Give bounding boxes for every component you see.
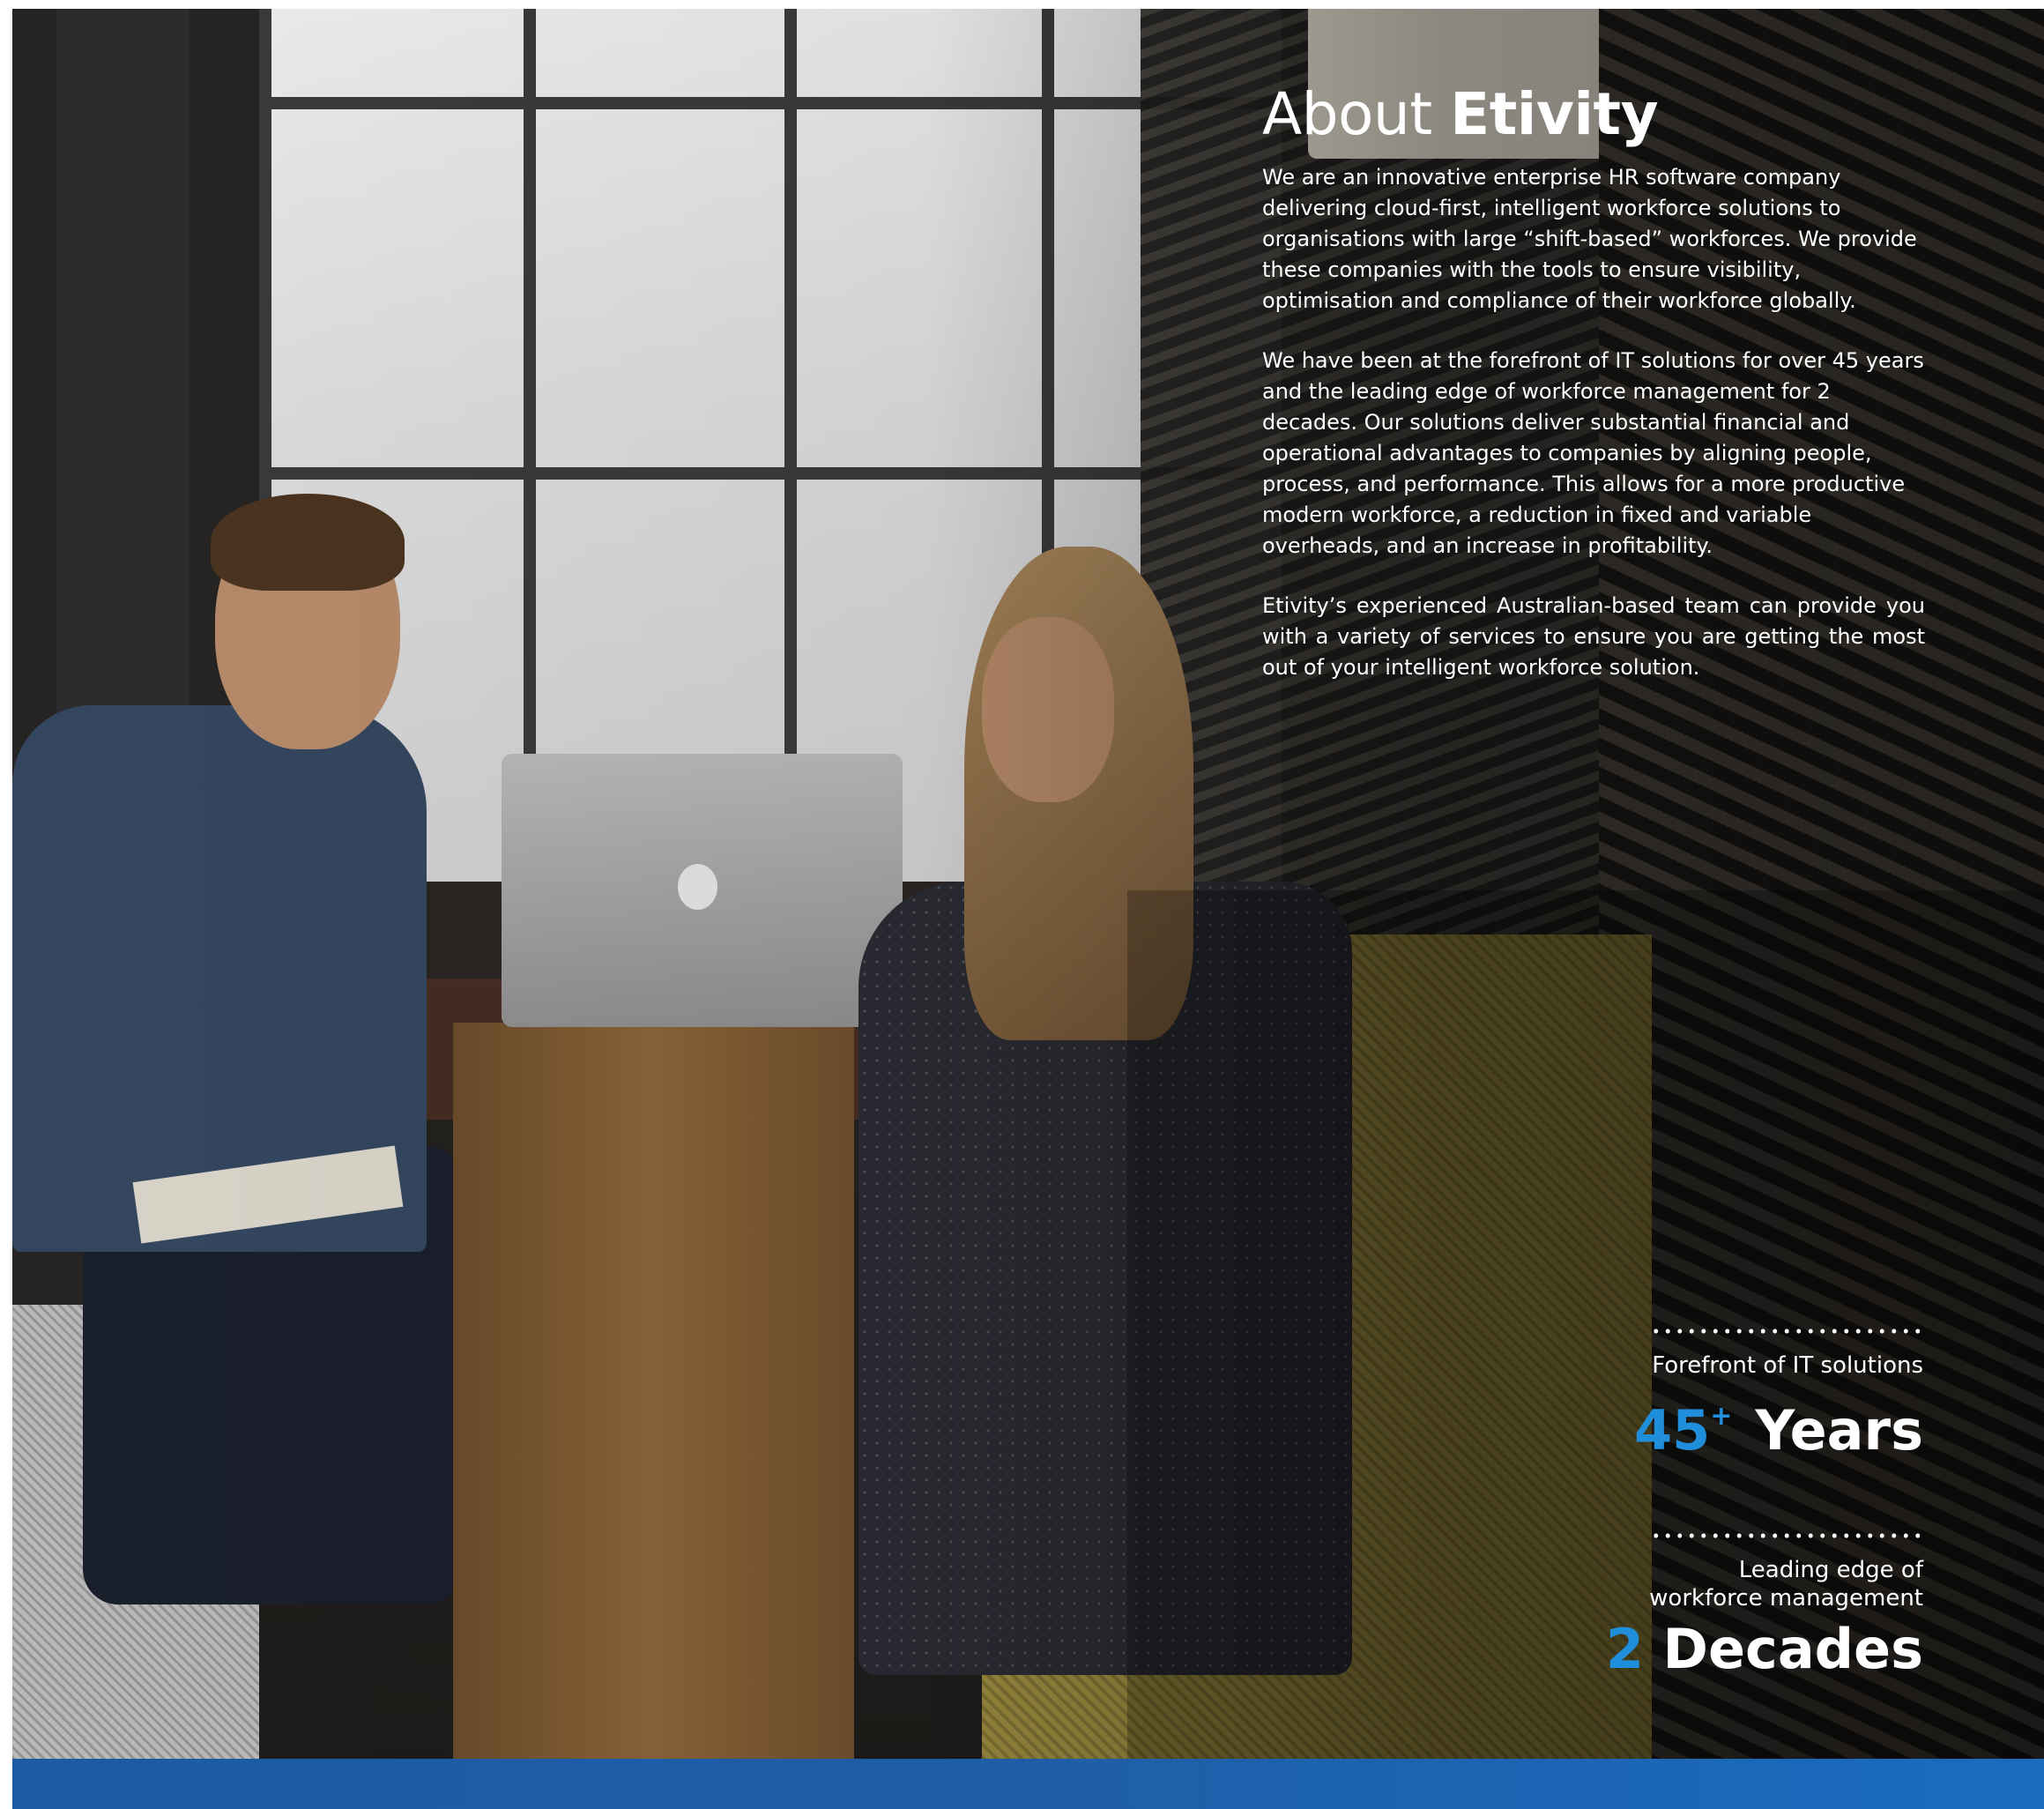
footer-bar — [12, 1759, 2044, 1809]
stat-label: Forefront of IT solutions — [1652, 1352, 1923, 1379]
stat-decades: Leading edge of workforce management 2 D… — [1483, 1533, 1923, 1681]
about-paragraph: Etivity’s experienced Australian-based t… — [1262, 593, 1925, 680]
stat-unit: Decades — [1662, 1617, 1923, 1681]
about-section: About Etivity We are an innovative enter… — [1262, 79, 1925, 712]
stat-number: 2 — [1605, 1617, 1644, 1681]
title-prefix: About — [1262, 80, 1432, 148]
about-paragraph: We are an innovative enterprise HR softw… — [1262, 165, 1917, 313]
about-paragraph: We have been at the forefront of IT solu… — [1262, 348, 1924, 558]
stat-label: Leading edge of — [1738, 1557, 1923, 1583]
about-title: About Etivity — [1262, 79, 1925, 150]
stat-suffix: + — [1710, 1401, 1733, 1432]
stat-value: 2 Decades — [1483, 1618, 1923, 1681]
stat-years: Forefront of IT solutions 45+ Years — [1483, 1329, 1923, 1463]
dotted-divider — [1650, 1329, 1923, 1334]
dotted-divider — [1650, 1533, 1923, 1538]
stat-value: 45+ Years — [1483, 1385, 1923, 1463]
brochure-page: About Etivity We are an innovative enter… — [12, 9, 2044, 1809]
stat-label: workforce management — [1649, 1585, 1923, 1612]
title-brand: Etivity — [1450, 80, 1659, 148]
stat-unit: Years — [1755, 1398, 1923, 1463]
stat-number: 45 — [1634, 1398, 1711, 1463]
